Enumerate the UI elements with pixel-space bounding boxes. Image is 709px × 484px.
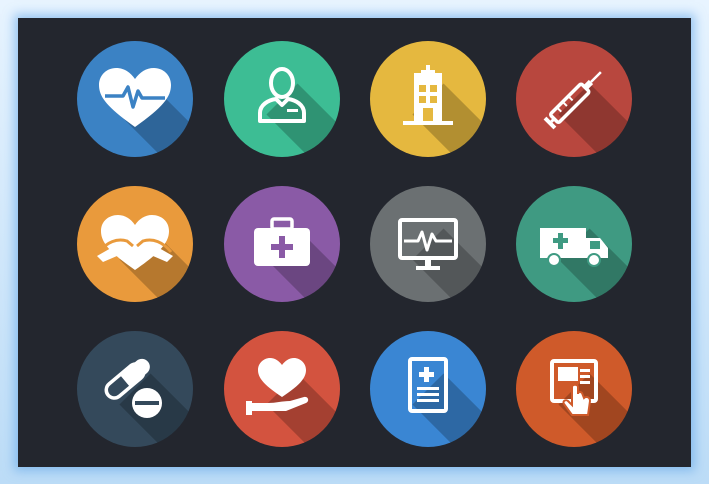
ambulance-icon (516, 186, 632, 302)
heart-in-hand-icon (224, 331, 340, 447)
icon-panel (18, 18, 691, 467)
syringe-icon (516, 41, 632, 157)
touch-screen-medical-icon (516, 331, 632, 447)
doctor-icon (224, 41, 340, 157)
pills-icon (77, 331, 193, 447)
ecg-monitor-icon (370, 186, 486, 302)
screenshot-frame (0, 0, 709, 484)
first-aid-kit-icon (224, 186, 340, 302)
hospital-icon (370, 41, 486, 157)
heartbeat-icon (77, 41, 193, 157)
medical-report-icon (370, 331, 486, 447)
hands-heart-icon (77, 186, 193, 302)
